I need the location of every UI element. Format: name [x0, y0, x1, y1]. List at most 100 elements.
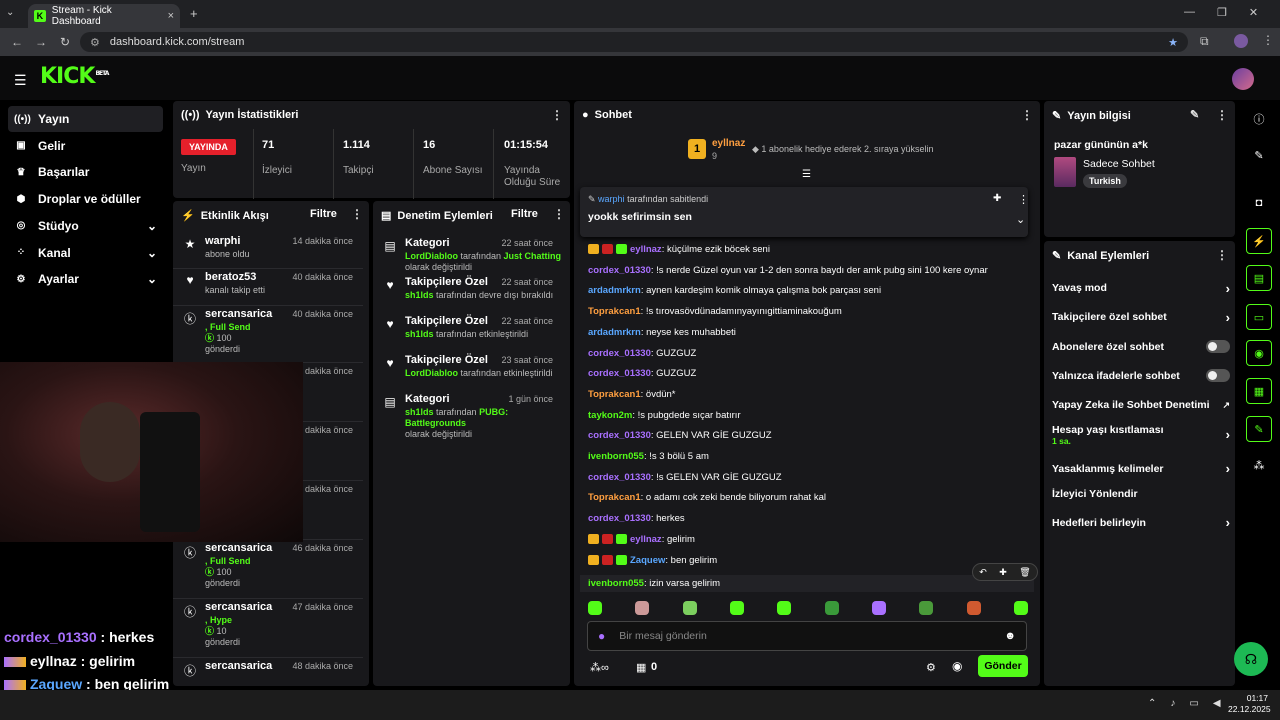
chat-username[interactable]: cordex_01330: [588, 368, 651, 379]
activity-menu-icon[interactable]: ⋮: [351, 207, 363, 221]
drops-icon[interactable]: ⁂: [1246, 452, 1272, 478]
channel-action-7[interactable]: İzleyici Yönlendir: [1052, 483, 1230, 505]
channel-action-2[interactable]: Abonelere özel sohbet: [1052, 336, 1230, 358]
browser-tab[interactable]: K Stream - Kick Dashboard ×: [28, 4, 180, 28]
sidebar-item-0[interactable]: ((•)) Yayın: [8, 106, 163, 132]
activity-user[interactable]: warphi: [205, 235, 240, 247]
chat-username[interactable]: cordex_01330: [588, 348, 651, 359]
store-icon[interactable]: ▦: [636, 661, 646, 674]
pinned-by-user[interactable]: warphi: [598, 194, 625, 204]
url-field[interactable]: ⚙ dashboard.kick.com/stream ★: [80, 32, 1188, 52]
unpin-icon[interactable]: ✚: [993, 193, 1001, 204]
chat-menu-icon[interactable]: ⋮: [1021, 108, 1033, 122]
channel-actions-menu-icon[interactable]: ⋮: [1216, 248, 1228, 262]
close-tab-icon[interactable]: ×: [168, 10, 174, 22]
category-thumbnail[interactable]: [1054, 157, 1076, 187]
chat-message[interactable]: ardadmrkrn: aynen kardeşim komik olmaya …: [588, 285, 881, 296]
channel-action-8[interactable]: Hedefleri belirleyin ›: [1052, 512, 1230, 534]
toggle-switch[interactable]: [1206, 340, 1230, 354]
bookmark-star-icon[interactable]: ★: [1168, 36, 1178, 49]
sidebar-item-6[interactable]: ⚙ Ayarlar ⌄: [8, 266, 163, 292]
clock-time[interactable]: 01:17: [1228, 693, 1268, 704]
tab-search-icon[interactable]: ⌄: [6, 7, 14, 18]
sidebar-item-4[interactable]: ◎ Stüdyo ⌄: [8, 213, 163, 239]
new-tab-icon[interactable]: +: [190, 6, 198, 21]
chevron-right-icon[interactable]: ›: [1226, 427, 1230, 442]
chat-bubble-icon[interactable]: ▭: [1246, 304, 1272, 330]
moderator-user[interactable]: LordDiabloo: [405, 251, 458, 261]
sidebar-item-1[interactable]: ▣ Gelir: [8, 133, 163, 159]
maximize-icon[interactable]: ❐: [1217, 6, 1227, 19]
microphone-icon[interactable]: ●: [598, 629, 605, 643]
chat-username[interactable]: eyllnaz: [630, 244, 662, 255]
chevron-down-icon[interactable]: ⌄: [147, 219, 157, 233]
chat-message[interactable]: ivenborn055: !s 3 bölü 5 am: [588, 451, 709, 462]
moderation-menu-icon[interactable]: ⋮: [553, 207, 565, 221]
site-info-icon[interactable]: ⚙: [90, 36, 100, 49]
chat-message[interactable]: eyllnaz: küçülme ezik böcek seni: [588, 244, 770, 255]
moderator-user[interactable]: sh1lds: [405, 407, 434, 417]
profile-avatar[interactable]: [1234, 34, 1248, 48]
emote-icon[interactable]: [1013, 601, 1028, 615]
chat-message[interactable]: cordex_01330: GUZGUZ: [588, 348, 696, 359]
stream-info-menu-icon[interactable]: ⋮: [1216, 108, 1228, 122]
stream-category[interactable]: Sadece Sohbet: [1083, 158, 1155, 170]
delete-icon[interactable]: 🗑: [1019, 567, 1030, 578]
chat-message[interactable]: ivenborn055: izin varsa gelirim: [580, 575, 1034, 593]
tray-volume-icon[interactable]: ◀: [1213, 698, 1221, 709]
activity-user[interactable]: sercansarica: [205, 542, 272, 554]
chevron-down-icon[interactable]: ⌄: [147, 272, 157, 286]
pin-message-icon[interactable]: ✚: [999, 567, 1007, 578]
user-avatar[interactable]: [1232, 68, 1254, 90]
chevron-right-icon[interactable]: ›: [1226, 461, 1230, 476]
chat-username[interactable]: ivenborn055: [588, 578, 644, 589]
chevron-right-icon[interactable]: ›: [1226, 515, 1230, 530]
emote-icon[interactable]: [635, 601, 650, 615]
chat-username[interactable]: ardadmrkrn: [588, 327, 641, 338]
emote-icon[interactable]: [777, 601, 792, 615]
chat-message[interactable]: Toprakcan1: o adamı cok zeki bende biliy…: [588, 492, 826, 503]
browser-menu-icon[interactable]: ⋮: [1262, 33, 1274, 47]
chat-message[interactable]: Toprakcan1: !s tırovasövdünadamınyayınıg…: [588, 306, 842, 317]
extensions-icon[interactable]: ⧉: [1200, 34, 1209, 49]
chat-username[interactable]: Toprakcan1: [588, 492, 641, 503]
channel-action-5[interactable]: Hesap yaşı kısıtlaması 1 sa. ›: [1052, 424, 1230, 446]
close-window-icon[interactable]: ✕: [1249, 6, 1258, 19]
minimize-icon[interactable]: —: [1184, 6, 1195, 19]
chat-username[interactable]: ivenborn055: [588, 451, 644, 462]
pinned-menu-icon[interactable]: ⋮: [1018, 193, 1029, 206]
stats-menu-icon[interactable]: ⋮: [551, 108, 563, 122]
kick-logo[interactable]: KICKBETA: [40, 64, 109, 89]
chat-username[interactable]: cordex_01330: [588, 472, 651, 483]
lightning-icon[interactable]: ⚡: [1246, 228, 1272, 254]
tray-chevron-icon[interactable]: ⌃: [1148, 698, 1156, 709]
chat-username[interactable]: Toprakcan1: [588, 306, 641, 317]
emote-icon[interactable]: [682, 601, 697, 615]
activity-user[interactable]: sercansarica: [205, 308, 272, 320]
chat-message[interactable]: cordex_01330: GUZGUZ: [588, 368, 696, 379]
chat-input[interactable]: ● Bir mesaj gönderin ☻: [587, 621, 1027, 651]
moderator-user[interactable]: sh1lds: [405, 329, 434, 339]
chat-message[interactable]: cordex_01330: !s GELEN VAR GİE GUZGUZ: [588, 472, 782, 483]
chat-message[interactable]: cordex_01330: GELEN VAR GİE GUZGUZ: [588, 430, 772, 441]
tray-display-icon[interactable]: ▭: [1189, 698, 1198, 709]
activity-user[interactable]: sercansarica: [205, 601, 272, 613]
emote-icon[interactable]: [824, 601, 839, 615]
chat-username[interactable]: cordex_01330: [588, 265, 651, 276]
document-icon[interactable]: ▤: [1246, 265, 1272, 291]
reload-icon[interactable]: ↻: [58, 35, 72, 49]
sidebar-item-3[interactable]: ⬢ Droplar ve ödüller: [8, 186, 163, 212]
activity-user[interactable]: beratoz53: [205, 271, 256, 283]
chat-message[interactable]: Toprakcan1: övdün*: [588, 389, 676, 400]
chat-username[interactable]: cordex_01330: [588, 430, 651, 441]
chat-username[interactable]: Zaquew: [630, 555, 665, 566]
chevron-down-icon[interactable]: ☰: [802, 169, 811, 180]
sidebar-item-2[interactable]: ♛ Başarılar: [8, 159, 163, 185]
chat-username[interactable]: ardadmrkrn: [588, 285, 641, 296]
emote-icon[interactable]: [729, 601, 744, 615]
wrench-icon[interactable]: ✎: [1246, 416, 1272, 442]
chat-message[interactable]: Zaquew: ben gelirim: [588, 555, 717, 566]
channel-action-3[interactable]: Yalnızca ifadelerle sohbet: [1052, 365, 1230, 387]
chat-username[interactable]: cordex_01330: [588, 513, 651, 524]
chat-message[interactable]: ardadmrkrn: neyse kes muhabbeti: [588, 327, 736, 338]
